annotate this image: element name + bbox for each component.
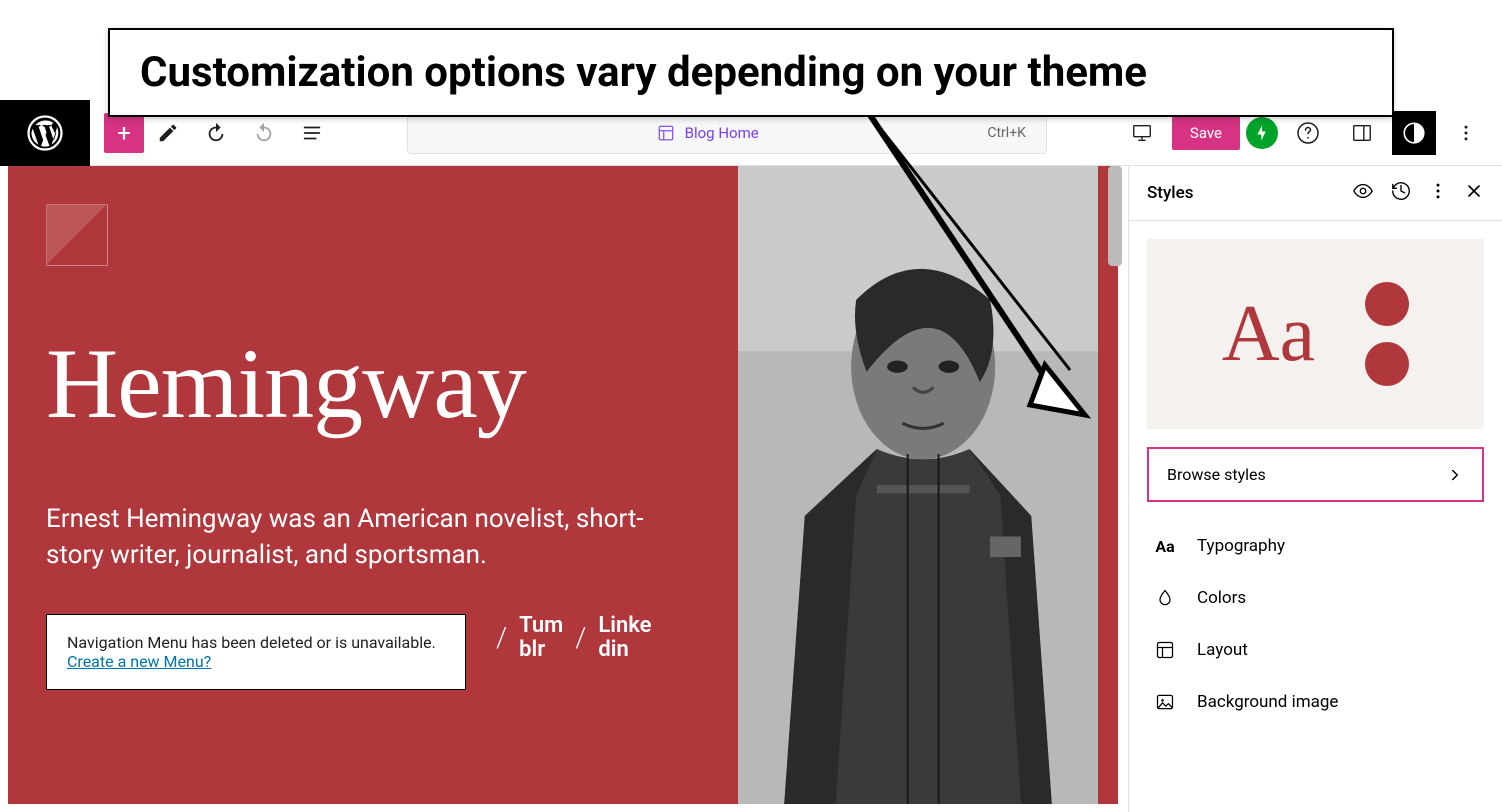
template-icon	[657, 124, 675, 142]
linkedin-link[interactable]: Linke din	[598, 614, 651, 662]
desktop-icon	[1131, 122, 1153, 144]
shortcut-hint: Ctrl+K	[987, 125, 1026, 141]
undo-icon	[205, 122, 227, 144]
plus-icon: +	[117, 119, 131, 147]
help-button[interactable]	[1288, 113, 1328, 153]
browse-styles-button[interactable]: Browse styles	[1147, 447, 1484, 502]
site-tagline[interactable]: Ernest Hemingway was an American novelis…	[46, 501, 666, 574]
wordpress-icon	[27, 115, 63, 151]
pencil-icon	[157, 122, 179, 144]
sidebar-more-button[interactable]	[1428, 181, 1448, 205]
site-logo-placeholder[interactable]	[46, 204, 108, 266]
style-preview[interactable]: Aa	[1147, 239, 1484, 429]
list-icon	[301, 122, 323, 144]
view-button[interactable]	[1122, 113, 1162, 153]
settings-panel-button[interactable]	[1342, 113, 1382, 153]
contrast-icon	[1401, 120, 1427, 146]
redo-button[interactable]	[244, 113, 284, 153]
history-icon	[1390, 180, 1412, 202]
eye-icon	[1352, 180, 1374, 202]
callout-text: Customization options vary depending on …	[140, 48, 1362, 97]
tumblr-link[interactable]: Tum blr	[519, 614, 563, 662]
add-block-button[interactable]: +	[104, 113, 144, 153]
jetpack-button[interactable]	[1246, 117, 1278, 149]
background-image-option[interactable]: Background image	[1129, 676, 1502, 728]
close-icon	[1464, 181, 1484, 201]
styles-sidebar: Styles Aa Browse styles Aa Typog	[1128, 166, 1502, 812]
kebab-icon	[1428, 181, 1448, 201]
typography-icon: Aa	[1153, 537, 1177, 556]
preview-colors	[1365, 282, 1409, 386]
callout-box: Customization options vary depending on …	[108, 28, 1394, 117]
document-bar[interactable]: Blog Home Ctrl+K	[407, 112, 1047, 154]
image-icon	[1153, 692, 1177, 712]
create-menu-link[interactable]: Create a new Menu?	[67, 652, 211, 671]
colors-option[interactable]: Colors	[1129, 572, 1502, 624]
close-sidebar-button[interactable]	[1464, 181, 1484, 205]
sidebar-title: Styles	[1147, 183, 1193, 203]
help-icon	[1296, 121, 1320, 145]
sidebar-header: Styles	[1129, 166, 1502, 221]
preview-typography: Aa	[1222, 289, 1315, 380]
redo-icon	[253, 122, 275, 144]
wordpress-logo-button[interactable]	[0, 100, 90, 166]
droplet-icon	[1153, 588, 1177, 608]
layout-option[interactable]: Layout	[1129, 624, 1502, 676]
breadcrumb-label: Blog Home	[685, 124, 759, 142]
chevron-right-icon	[1446, 466, 1464, 484]
kebab-icon	[1456, 123, 1476, 143]
save-button[interactable]: Save	[1172, 116, 1240, 150]
nav-menu-warning: Navigation Menu has been deleted or is u…	[46, 614, 466, 690]
undo-button[interactable]	[196, 113, 236, 153]
style-book-button[interactable]	[1352, 180, 1374, 206]
featured-image[interactable]	[738, 166, 1098, 804]
social-links[interactable]: / Tum blr / Linke din	[496, 614, 651, 662]
styles-panel-toggle[interactable]	[1392, 111, 1436, 155]
layout-icon	[1153, 640, 1177, 660]
jetpack-icon	[1253, 124, 1271, 142]
edit-tool-button[interactable]	[148, 113, 188, 153]
more-options-button[interactable]	[1446, 113, 1486, 153]
list-view-button[interactable]	[292, 113, 332, 153]
canvas-scrollbar[interactable]	[1108, 166, 1122, 266]
editor-canvas[interactable]: Hemingway Ernest Hemingway was an Americ…	[8, 166, 1118, 804]
panel-icon	[1351, 122, 1373, 144]
revisions-button[interactable]	[1390, 180, 1412, 206]
typography-option[interactable]: Aa Typography	[1129, 520, 1502, 572]
